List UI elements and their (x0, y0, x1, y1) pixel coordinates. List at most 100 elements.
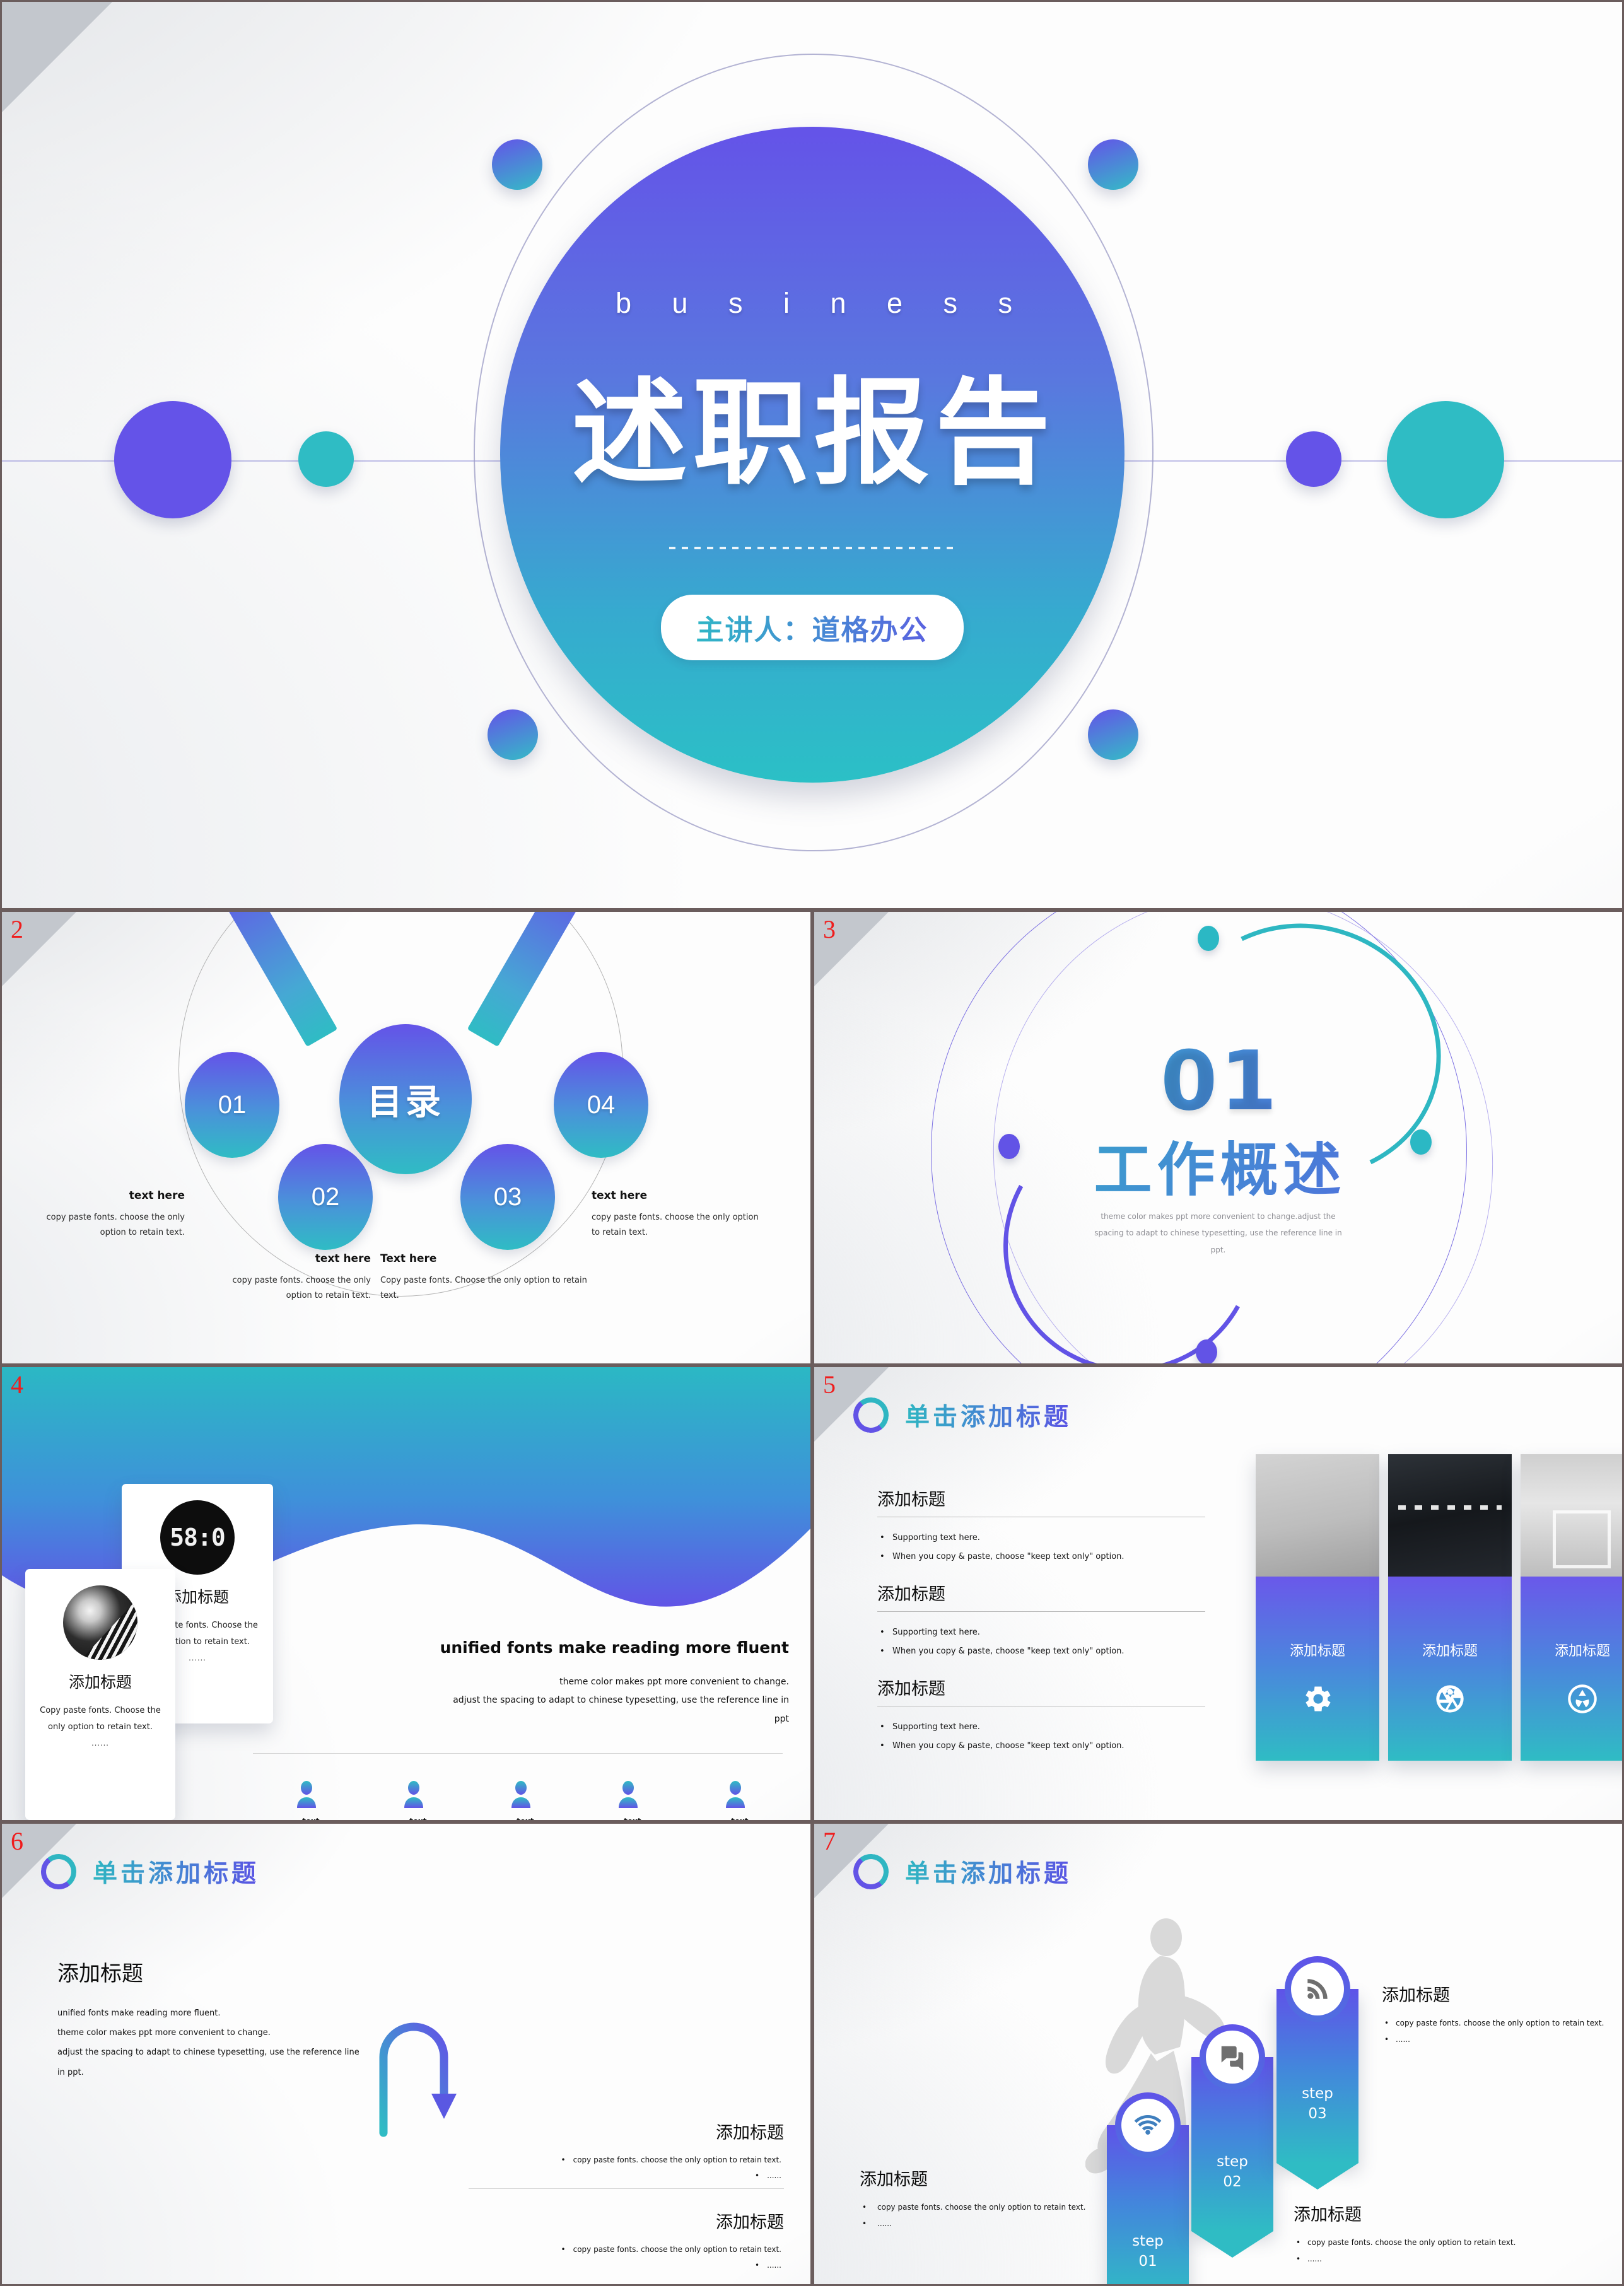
block-bullets: copy paste fonts. choose the only option… (469, 2152, 784, 2184)
agenda-node-02[interactable]: 02 (278, 1144, 373, 1250)
slide-header: 单击添加标题 (39, 1852, 259, 1891)
slide-2-agenda[interactable]: 2 目录 01 02 03 04 text here copy paste fo… (0, 910, 812, 1365)
feature-card-1[interactable]: 添加标题 Copy paste fonts. Choose the only o… (25, 1569, 175, 1820)
agenda-caption-title: text here (592, 1189, 648, 1202)
media-column-2[interactable]: 添加标题 (1388, 1454, 1512, 1761)
bullet: Supporting text here. (877, 1623, 1205, 1642)
step-icon-inner (1121, 2099, 1174, 2152)
slide-1-cover[interactable]: 1 b u s i n e s s 述职报告 主讲人：道格办公 (0, 0, 1624, 910)
person-item[interactable]: ...text (722, 1780, 749, 1822)
agenda-caption-3: Text here Copy paste fonts. Choose the o… (223, 1252, 601, 1303)
banner-number: 01 (1138, 2253, 1157, 2270)
slide7-text-left: 添加标题 copy paste fonts. choose the only o… (860, 2166, 1125, 2232)
agenda-caption-4: text here copy paste fonts. choose the o… (592, 1189, 768, 1240)
agenda-caption-body: copy paste fonts. choose the only option… (592, 1213, 759, 1238)
block-bullets: Supporting text here. When you copy & pa… (877, 1529, 1205, 1566)
text-block-3: 添加标题 Supporting text here. When you copy… (877, 1675, 1205, 1756)
bullet: ...... (1382, 2031, 1622, 2048)
dual-arc-icon (39, 1852, 78, 1891)
people-row: ...text ...text ...text ...text ...text (253, 1780, 789, 1822)
person-item[interactable]: ...text (293, 1780, 320, 1820)
media-column-3[interactable]: 添加标题 (1521, 1454, 1622, 1761)
loop-arrow-icon (379, 2022, 457, 2137)
banner-number: 02 (1223, 2174, 1242, 2191)
left-line-4: in ppt. (57, 2067, 84, 2077)
cover-title: 述职报告 (571, 366, 1056, 501)
slide6-left-text: 添加标题 unified fonts make reading more flu… (57, 1956, 411, 2082)
person-item[interactable]: ...text (508, 1780, 534, 1822)
column-body: 添加标题 (1256, 1577, 1379, 1761)
agenda-caption-1: text here copy paste fonts. choose the o… (27, 1189, 185, 1240)
cover-eyebrow: b u s i n e s s (615, 287, 1029, 319)
person-item[interactable]: ...text (615, 1780, 641, 1820)
step-icon-inner (1206, 2031, 1259, 2084)
dual-arc-icon (851, 1396, 891, 1435)
agenda-caption-body: copy paste fonts. choose the only option… (46, 1213, 185, 1238)
person-label: ...text (508, 1817, 534, 1822)
step-icon-badge (1200, 2024, 1265, 2090)
slide-number: 2 (11, 915, 23, 943)
step-icon-badge (1115, 2092, 1181, 2158)
person-icon (297, 1781, 316, 1808)
left-heading: 添加标题 (57, 1961, 143, 1986)
agenda-node-label: 01 (218, 1090, 247, 1119)
highway-photo (1388, 1454, 1512, 1577)
text-block-1: 添加标题 Supporting text here. When you copy… (877, 1486, 1205, 1566)
column-title: 添加标题 (1422, 1643, 1478, 1659)
block-title: 添加标题 (1294, 2205, 1362, 2225)
presenter-badge[interactable]: 主讲人：道格办公 (660, 595, 964, 660)
presentation-deck: 1 b u s i n e s s 述职报告 主讲人：道格办公 2 目录 01 … (0, 0, 1624, 2286)
cover-dotted-divider (2, 541, 1622, 552)
right-body-line-3: ppt (774, 1713, 789, 1724)
clock-image: 58:0 (160, 1500, 235, 1575)
ceiling-photo (1256, 1454, 1379, 1577)
card-title: 添加标题 (68, 1673, 132, 1691)
decor-orb-bottom-left (488, 709, 538, 760)
agenda-node-03[interactable]: 03 (460, 1144, 555, 1250)
agenda-caption-body: Copy paste fonts. Choose the only option… (380, 1276, 587, 1301)
agenda-node-01[interactable]: 01 (185, 1052, 279, 1158)
section-description: theme color makes ppt more convenient to… (1094, 1212, 1342, 1254)
slide-7-step-banners[interactable]: 7 单击添加标题 step 01 step 02 step 03 添加标题 • … (812, 1822, 1624, 2286)
abstract-stripes-image (63, 1585, 137, 1660)
bullet: ...... (860, 2215, 1125, 2232)
card-body: Copy paste fonts. Choose the only option… (40, 1706, 161, 1732)
bullet: copy paste fonts. choose the only option… (469, 2152, 784, 2168)
bullet: ...... (469, 2168, 784, 2184)
step-banner-03[interactable]: step 03 (1276, 1956, 1358, 2190)
slide-5-columns[interactable]: 5 单击添加标题 添加标题 Supporting text here. When… (812, 1365, 1624, 1822)
bullet: copy paste fonts. choose the only option… (1294, 2234, 1558, 2251)
block-bullets: copy paste fonts. choose the only option… (860, 2199, 1125, 2232)
media-column-1[interactable]: 添加标题 (1256, 1454, 1379, 1761)
divider-rule (253, 1753, 783, 1754)
slide-4-cards[interactable]: 4 58:0 添加标题 Copy paste fonts. Choose the… (0, 1365, 812, 1822)
agenda-caption-title: Text here (380, 1252, 437, 1265)
recycle-icon (1568, 1684, 1597, 1713)
slide-3-section-divider[interactable]: 3 01 工作概述 theme color makes ppt more con… (812, 910, 1624, 1365)
column-body: 添加标题 (1521, 1577, 1622, 1761)
block-bullets: Supporting text here. When you copy & pa… (877, 1623, 1205, 1661)
slide6-right-block-2: 添加标题 copy paste fonts. choose the only o… (469, 2208, 784, 2273)
person-item[interactable]: ...text (400, 1780, 427, 1820)
column-title: 添加标题 (1554, 1643, 1610, 1659)
block-title: 添加标题 (860, 2170, 928, 2190)
step-banner-02[interactable]: step 02 (1191, 2024, 1273, 2258)
right-body-line-2: adjust the spacing to adapt to chinese t… (453, 1695, 789, 1706)
bullet: copy paste fonts. choose the only option… (469, 2242, 784, 2258)
wifi-icon (1134, 2115, 1162, 2135)
slide7-text-bottom-right: 添加标题 copy paste fonts. choose the only o… (1294, 2201, 1558, 2268)
decor-orb-bottom-right (1088, 709, 1138, 760)
person-icon (511, 1781, 530, 1808)
clock-value: 58:0 (170, 1524, 226, 1551)
arc-endpoint-dot-purple-bottom (1196, 1339, 1217, 1363)
person-label: ...text (722, 1817, 749, 1822)
left-line-1: unified fonts make reading more fluent. (57, 2009, 221, 2018)
bullet: When you copy & paste, choose "keep text… (877, 1642, 1205, 1661)
rss-icon (1307, 1979, 1328, 1999)
left-line-3: adjust the spacing to adapt to chinese t… (57, 2048, 359, 2058)
header-title: 单击添加标题 (905, 1854, 1072, 1889)
chat-icon (1221, 2046, 1244, 2071)
agenda-node-04[interactable]: 04 (554, 1052, 648, 1158)
slide4-right-text: unified fonts make reading more fluent t… (247, 1638, 789, 1729)
slide-6-steps[interactable]: 6 单击添加标题 添加标题 unified fonts make reading… (0, 1822, 812, 2286)
